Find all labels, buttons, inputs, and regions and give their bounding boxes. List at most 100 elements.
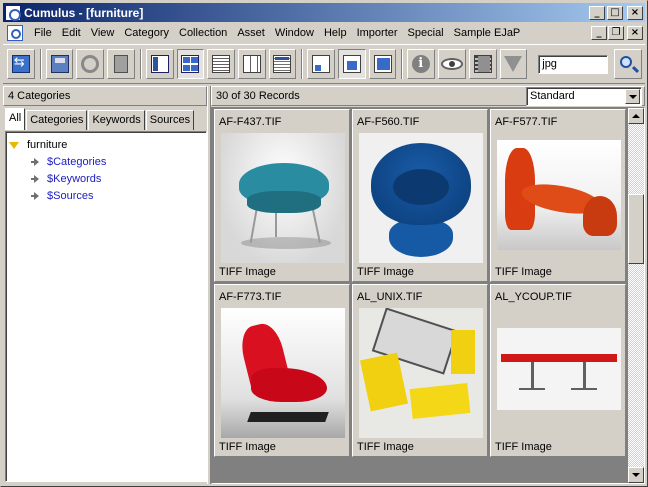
record-filename: AF-F773.TIF (219, 291, 282, 303)
menu-sample-ejap[interactable]: Sample EJaP (449, 24, 526, 42)
doc-restore-button[interactable]: ❐ (608, 26, 624, 40)
record-card[interactable]: AL_YCOUP.TIF TIFF Image (490, 284, 626, 457)
preview-button[interactable] (438, 49, 466, 79)
column-view-button[interactable] (237, 49, 266, 79)
open-catalog-button[interactable] (45, 49, 74, 79)
record-filename: AF-F577.TIF (495, 116, 558, 128)
large-thumbnail-icon (373, 55, 392, 73)
tab-keywords[interactable]: Keywords (88, 110, 145, 130)
menu-bar: File Edit View Category Collection Asset… (3, 23, 645, 43)
record-filename: AF-F437.TIF (219, 116, 282, 128)
tree-item-keywords[interactable]: $Keywords (9, 170, 203, 187)
thumbnail-yellow-modules[interactable] (359, 308, 483, 438)
menu-special[interactable]: Special (403, 24, 449, 42)
record-type: TIFF Image (219, 266, 276, 278)
title-bar[interactable]: Cumulus - [furniture] _ □ × (3, 3, 645, 22)
search-button[interactable] (614, 49, 642, 79)
show-panel-icon (150, 55, 169, 73)
thumbnail-view-button[interactable] (176, 49, 205, 79)
menu-collection[interactable]: Collection (174, 24, 232, 42)
show-panel-button[interactable] (145, 49, 174, 79)
close-button[interactable]: × (627, 5, 643, 20)
menu-edit[interactable]: Edit (57, 24, 86, 42)
detail-view-button[interactable] (268, 49, 297, 79)
vertical-scrollbar[interactable] (628, 108, 644, 483)
tree-item-sources[interactable]: $Sources (9, 187, 203, 204)
magnifier-icon (620, 56, 633, 68)
records-header: 30 of 30 Records Standard (211, 86, 645, 106)
records-pane: 30 of 30 Records Standard AF-F437.TIF TI… (211, 86, 645, 484)
search-input[interactable] (538, 54, 609, 74)
column-view-icon (242, 55, 261, 73)
thumbnail-orange-lounge[interactable] (497, 140, 621, 250)
info-button[interactable] (407, 49, 436, 79)
tab-categories[interactable]: Categories (26, 110, 88, 130)
tree-item-label: $Keywords (47, 172, 102, 185)
menu-file[interactable]: File (29, 24, 57, 42)
record-filename: AL_UNIX.TIF (357, 291, 423, 303)
scroll-down-arrow-icon[interactable] (628, 467, 644, 483)
toolbar (3, 44, 645, 84)
minimize-button[interactable]: _ (589, 5, 605, 20)
medium-thumbnail-icon (342, 55, 361, 73)
menu-view[interactable]: View (86, 24, 120, 42)
synchronize-button[interactable] (7, 49, 35, 79)
tree-item-categories[interactable]: $Categories (9, 153, 203, 170)
cumulus-app-icon[interactable] (5, 4, 21, 21)
small-thumbnail-icon (312, 55, 331, 73)
maximize-button[interactable]: □ (607, 5, 623, 20)
tree-item-label: $Categories (47, 155, 107, 168)
thumbnail-red-bench[interactable] (497, 328, 621, 410)
record-filename: AL_YCOUP.TIF (495, 291, 572, 303)
category-pane: 4 Categories All Categories Keywords Sou… (3, 86, 207, 484)
document-menu-icon[interactable] (7, 25, 23, 41)
record-type: TIFF Image (219, 441, 276, 453)
medium-thumbnail-button[interactable] (338, 49, 366, 79)
thumbnail-teal-chair[interactable] (221, 133, 345, 263)
doc-minimize-button[interactable]: _ (591, 26, 607, 40)
preview-eye-icon (440, 58, 463, 70)
record-card[interactable]: AF-F437.TIF TIFF Image (214, 109, 350, 282)
tree-item-label: $Sources (47, 189, 94, 202)
record-type: TIFF Image (495, 266, 552, 278)
collapsed-arrow-icon[interactable] (29, 174, 39, 184)
tab-all[interactable]: All (5, 108, 26, 130)
thumbnail-red-lounge-chair[interactable] (221, 308, 345, 438)
detail-view-icon (273, 55, 292, 73)
record-type: TIFF Image (357, 266, 414, 278)
settings-gear-icon (81, 55, 100, 73)
view-set-dropdown[interactable]: Standard (526, 87, 642, 106)
menu-help[interactable]: Help (319, 24, 352, 42)
synchronize-icon (11, 55, 30, 73)
expanded-arrow-icon[interactable] (9, 140, 19, 150)
filmstrip-button[interactable] (468, 49, 497, 79)
scroll-up-arrow-icon[interactable] (628, 108, 644, 124)
scrollbar-thumb[interactable] (628, 194, 644, 264)
thumbnail-gallery: AF-F437.TIF TIFF Image AF-F560.TIF TIFF … (211, 107, 645, 484)
collapsed-arrow-icon[interactable] (29, 157, 39, 167)
list-view-button[interactable] (207, 49, 235, 79)
record-card[interactable]: AF-F560.TIF TIFF Image (352, 109, 488, 282)
doc-close-button[interactable]: × (627, 26, 643, 40)
thumbnail-blue-bowl-chair[interactable] (359, 133, 483, 263)
tree-item-furniture[interactable]: furniture (9, 136, 203, 153)
tree-item-label: furniture (27, 138, 68, 151)
settings-button[interactable] (76, 49, 105, 79)
record-filename: AF-F560.TIF (357, 116, 420, 128)
delete-button[interactable] (107, 49, 135, 79)
record-card[interactable]: AF-F577.TIF TIFF Image (490, 109, 626, 282)
large-thumbnail-button[interactable] (368, 49, 397, 79)
chevron-down-icon[interactable] (625, 89, 640, 104)
menu-asset[interactable]: Asset (232, 24, 270, 42)
small-thumbnail-button[interactable] (307, 49, 336, 79)
menu-window[interactable]: Window (270, 24, 319, 42)
app-window: Cumulus - [furniture] _ □ × File Edit Vi… (0, 0, 648, 487)
menu-importer[interactable]: Importer (352, 24, 403, 42)
filter-button[interactable] (499, 49, 528, 79)
collapsed-arrow-icon[interactable] (29, 191, 39, 201)
tab-sources[interactable]: Sources (145, 110, 195, 130)
record-card[interactable]: AF-F773.TIF TIFF Image (214, 284, 350, 457)
menu-category[interactable]: Category (119, 24, 174, 42)
record-card[interactable]: AL_UNIX.TIF TIFF Image (352, 284, 488, 457)
filter-funnel-icon (504, 56, 523, 72)
